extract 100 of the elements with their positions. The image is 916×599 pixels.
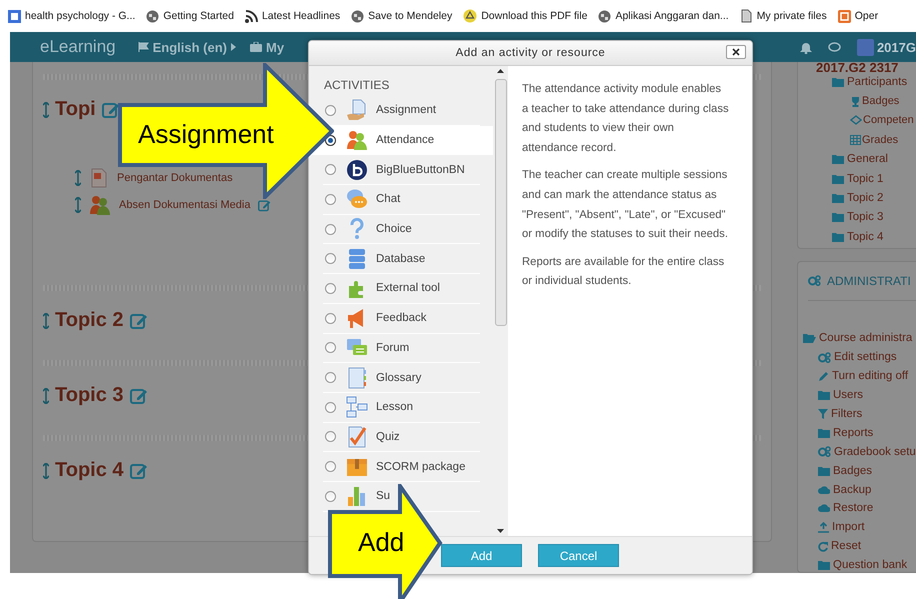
nav-link[interactable]: Grades	[862, 134, 898, 146]
bookmark[interactable]: Latest Headlines	[244, 10, 340, 22]
nav-link[interactable]: Topic 4	[847, 230, 884, 243]
nav-link[interactable]: Badges	[862, 95, 900, 108]
nav-link[interactable]: General	[847, 153, 888, 166]
gears-icon	[818, 446, 831, 458]
bookmark[interactable]: health psychology - G...	[8, 10, 136, 22]
bookmark[interactable]: Getting Started	[146, 10, 234, 22]
admin-link[interactable]: Restore	[833, 502, 874, 514]
activity-link[interactable]: Absen Dokumentasi Media	[119, 199, 250, 211]
activity-option[interactable]: Attendance	[376, 134, 434, 146]
language-menu[interactable]: English (en)	[138, 40, 236, 54]
dialog-button[interactable]: Add	[441, 544, 522, 567]
activity-option[interactable]: BigBlueButtonBN	[376, 164, 465, 176]
folder-icon	[832, 154, 844, 164]
activity-option[interactable]: Lesson	[376, 401, 414, 414]
move-icon[interactable]	[43, 388, 49, 404]
bookmark[interactable]: Oper	[838, 10, 878, 22]
move-icon[interactable]	[43, 312, 49, 328]
nav-link[interactable]: Topic 3	[847, 211, 884, 224]
site-brand[interactable]: eLearning	[40, 37, 116, 57]
user-menu[interactable]: 2017G	[856, 38, 916, 56]
edit-icon[interactable]	[130, 312, 148, 330]
stack-icon	[850, 115, 862, 126]
radio-button[interactable]	[325, 312, 336, 324]
topic-title: Topi	[55, 98, 96, 121]
admin-link[interactable]: Question bank	[833, 559, 908, 572]
radio-button[interactable]	[325, 431, 336, 442]
admin-link[interactable]: Import	[832, 521, 865, 534]
nav-link[interactable]: Competen	[863, 114, 914, 126]
radio-button[interactable]	[325, 164, 336, 176]
folder-open-icon	[803, 333, 816, 344]
chat-icon[interactable]	[828, 42, 841, 52]
course-link[interactable]: 2017.G2 2317	[808, 62, 916, 72]
database-icon	[346, 248, 368, 270]
admin-link[interactable]: Reports	[833, 426, 874, 439]
activity-option[interactable]: Choice	[376, 223, 412, 236]
table-icon	[850, 134, 861, 145]
radio-button[interactable]	[325, 194, 336, 205]
edit-icon[interactable]	[130, 462, 148, 480]
edit-icon[interactable]	[130, 386, 148, 404]
activity-option[interactable]: Glossary	[376, 372, 422, 384]
folder-icon	[832, 174, 844, 184]
activity-option[interactable]: SCORM package	[376, 460, 466, 473]
admin-link[interactable]: Gradebook setu	[834, 446, 916, 458]
move-icon[interactable]	[43, 462, 49, 478]
filter-icon	[818, 408, 828, 419]
admin-link[interactable]: Course administra	[819, 332, 912, 344]
move-icon[interactable]	[43, 102, 49, 118]
flowchart-icon	[346, 396, 368, 418]
radio-button[interactable]	[325, 104, 336, 116]
activity-option[interactable]: External tool	[376, 282, 440, 294]
activity-option[interactable]: Chat	[376, 193, 400, 206]
admin-link[interactable]: Reset	[831, 540, 862, 552]
gears-icon	[818, 352, 831, 363]
activity-option[interactable]: Quiz	[376, 430, 400, 443]
activity-option[interactable]: Forum	[376, 342, 410, 354]
bookmark[interactable]: My private files	[740, 9, 827, 23]
my-menu[interactable]: My	[250, 40, 284, 54]
move-icon[interactable]	[75, 170, 81, 186]
folder-icon	[818, 390, 830, 400]
radio-button[interactable]	[325, 490, 336, 502]
radio-button[interactable]	[325, 224, 336, 235]
activity-link[interactable]: Pengantar Dokumentas	[117, 172, 233, 184]
admin-link[interactable]: Filters	[831, 408, 862, 420]
bookmark[interactable]: Download this PDF file	[463, 9, 588, 23]
edit-icon[interactable]	[258, 198, 272, 212]
activity-option[interactable]: Database	[376, 252, 426, 265]
folder-icon	[818, 428, 830, 438]
nav-link[interactable]: Topic 2	[847, 192, 884, 204]
admin-link[interactable]: Backup	[833, 484, 872, 496]
dialog-button[interactable]: Cancel	[538, 544, 619, 567]
scrollbar[interactable]	[493, 66, 508, 536]
close-button[interactable]	[726, 45, 746, 59]
admin-link[interactable]: Users	[833, 389, 864, 402]
radio-button[interactable]	[325, 461, 336, 472]
activity-option[interactable]: Feedback	[376, 312, 427, 324]
admin-link[interactable]: Turn editing off	[832, 370, 908, 382]
nav-link[interactable]: Topic 1	[847, 172, 884, 185]
people-icon	[89, 195, 111, 215]
scroll-down-icon[interactable]	[497, 529, 504, 533]
radio-button[interactable]	[325, 402, 336, 413]
admin-link[interactable]: Edit settings	[834, 351, 897, 364]
radio-button[interactable]	[325, 342, 336, 354]
radio-button[interactable]	[325, 282, 336, 294]
activity-option[interactable]: Su	[376, 490, 390, 502]
edit-icon[interactable]	[102, 100, 120, 118]
radio-button[interactable]	[325, 372, 336, 384]
topic-title: Topic 3	[55, 384, 124, 407]
activity-option[interactable]: Assignment	[376, 104, 436, 116]
bookmark[interactable]: Save to Mendeley	[351, 10, 452, 22]
topic-title: Topic 4	[55, 459, 124, 482]
block-title: ADMINISTRATI	[827, 274, 911, 288]
pencil-icon	[818, 370, 829, 382]
nav-link[interactable]: Participants	[847, 76, 908, 88]
bookmark[interactable]: Aplikasi Anggaran dan...	[598, 10, 729, 22]
admin-link[interactable]: Badges	[833, 464, 872, 477]
bell-icon[interactable]	[800, 40, 812, 54]
move-icon[interactable]	[75, 197, 81, 213]
radio-button[interactable]	[325, 253, 336, 264]
